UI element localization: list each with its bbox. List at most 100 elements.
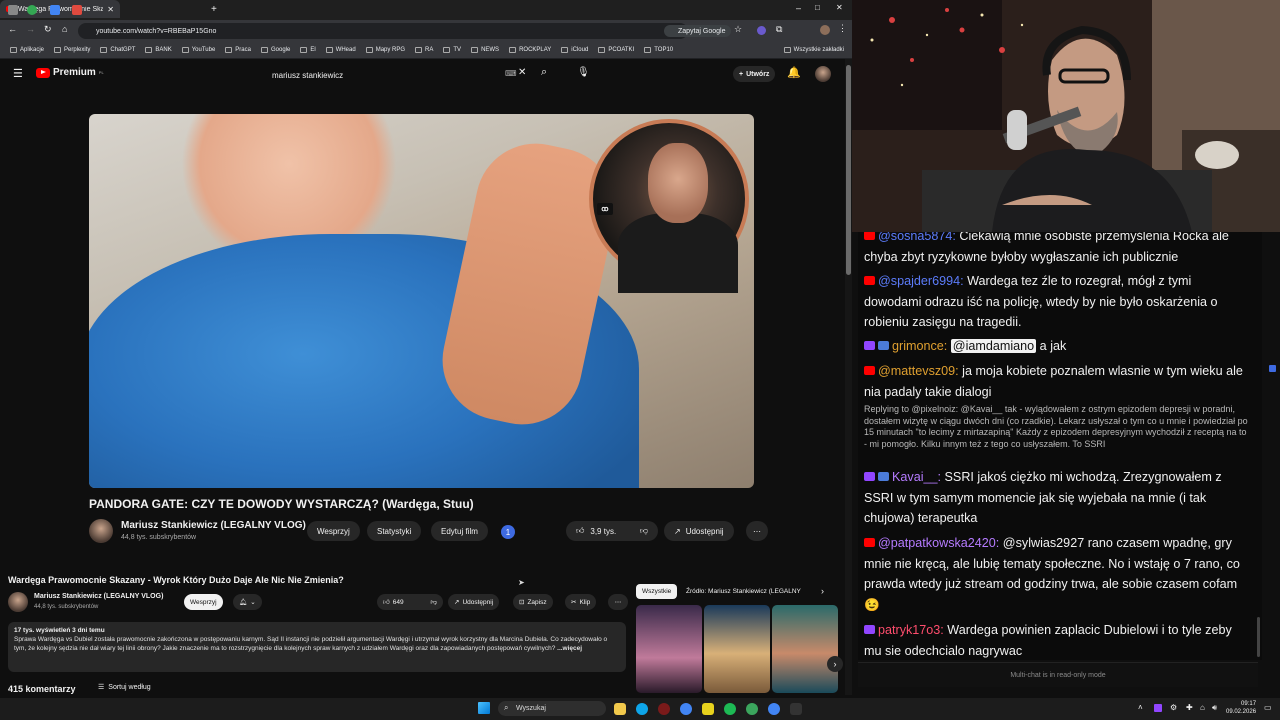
account-avatar[interactable] xyxy=(815,66,831,82)
video2-more-button[interactable]: ⋯ xyxy=(608,594,628,610)
stats-button[interactable]: Statystyki xyxy=(367,521,422,541)
chrome-icon[interactable] xyxy=(768,703,780,715)
video2-clip-button[interactable]: ✂ Klip xyxy=(565,594,597,610)
tab-active[interactable]: Wardęga Prawomocnie Skazany ✕ xyxy=(0,0,120,18)
bookmark-item[interactable]: ROCKPLAY xyxy=(509,47,551,53)
show-more-link[interactable]: ...więcej xyxy=(557,645,582,652)
chat-scrollbar-thumb[interactable] xyxy=(1257,617,1260,657)
related-thumbnail[interactable] xyxy=(772,605,838,693)
next-arrow-icon[interactable]: › xyxy=(827,656,843,672)
taskbar-search[interactable]: ⌕ Wyszukaj xyxy=(498,701,606,716)
edit-video-button[interactable]: Edytuj film xyxy=(431,521,488,541)
address-bar[interactable]: youtube.com/watch?v=RBEBaP15Gno xyxy=(78,23,688,39)
chat-username[interactable]: Kavai__: xyxy=(892,470,941,484)
edge-icon[interactable] xyxy=(636,703,648,715)
chrome-icon[interactable] xyxy=(680,703,692,715)
chat-username[interactable]: patryk17o3: xyxy=(878,623,944,637)
notes-icon[interactable] xyxy=(702,703,714,715)
all-bookmarks[interactable]: Wszystkie zakładki xyxy=(783,47,844,53)
scrollbar-thumb[interactable] xyxy=(846,65,851,275)
page-scrollbar[interactable] xyxy=(845,59,852,695)
like-button[interactable]: 👍︎ 3,9 tys. 👎︎ xyxy=(566,521,658,541)
bookmark-item[interactable]: TOP10 xyxy=(644,47,673,53)
forward-icon[interactable]: → xyxy=(26,24,35,34)
reload-icon[interactable]: ↻ xyxy=(44,24,52,35)
tray-app-icon[interactable]: ⚙ xyxy=(1170,703,1177,712)
tray-chevron-icon[interactable]: ˄ xyxy=(1138,703,1143,712)
hamburger-menu-icon[interactable]: ☰ xyxy=(13,67,23,80)
bookmark-item[interactable]: RA xyxy=(415,47,433,53)
bookmark-item[interactable]: BANK xyxy=(145,47,172,53)
chat-username[interactable]: @patpatkowska2420: xyxy=(878,536,999,550)
video2-channel-name[interactable]: Mariusz Stankiewicz (LEGALNY VLOG) xyxy=(34,593,163,600)
bookmark-item[interactable]: Aplikacje xyxy=(10,47,44,53)
notifications-bell-icon[interactable]: 🔔 xyxy=(787,66,801,79)
bookmark-item[interactable]: PCOATKI xyxy=(598,47,634,53)
extension-icon[interactable] xyxy=(757,26,766,35)
video2-share-button[interactable]: ↗ Udostępnij xyxy=(448,594,500,610)
bookmark-item[interactable]: YouTube xyxy=(181,47,215,53)
close-tab-icon[interactable]: ✕ xyxy=(107,5,114,14)
ask-google-button[interactable]: Zapytaj Google xyxy=(664,25,732,37)
download-icon[interactable] xyxy=(790,703,802,715)
profile-avatar[interactable] xyxy=(820,25,830,35)
tab-icon[interactable] xyxy=(50,5,60,15)
close-window-icon[interactable]: ✕ xyxy=(836,3,843,12)
more-actions-button[interactable]: ⋯ xyxy=(746,521,768,541)
chat-scrollbar[interactable] xyxy=(1256,232,1262,660)
minimize-icon[interactable]: – xyxy=(796,3,801,13)
chip-all[interactable]: Wszystkie xyxy=(636,584,678,599)
clear-search-icon[interactable]: ✕ xyxy=(518,67,526,78)
chat-username[interactable]: @mattevsz09: xyxy=(878,364,959,378)
keyboard-icon[interactable]: ⌨ xyxy=(505,69,517,78)
bookmark-item[interactable]: Perplexity xyxy=(54,47,90,53)
bookmark-item[interactable]: WHead xyxy=(325,47,356,53)
create-button[interactable]: + Utwórz xyxy=(733,66,776,82)
chip-source[interactable]: Źródło: Mariusz Stankiewicz (LEGALNY xyxy=(686,584,812,599)
chat-username[interactable]: grimonce: xyxy=(892,339,947,353)
spotify-icon[interactable] xyxy=(724,703,736,715)
windows-start-icon[interactable] xyxy=(478,702,490,714)
bookmark-item[interactable]: Google xyxy=(260,47,290,53)
app-icon[interactable] xyxy=(746,703,758,715)
notification-center-icon[interactable]: ▭ xyxy=(1264,703,1272,712)
related-thumbnail[interactable] xyxy=(636,605,702,693)
video-player[interactable]: ꝏ xyxy=(89,114,754,488)
tab-icon[interactable] xyxy=(8,5,18,15)
support-button[interactable]: Wesprzyj xyxy=(307,521,360,541)
chat-mention[interactable]: @iamdamiano xyxy=(950,339,1037,353)
notification-badge[interactable]: 1 xyxy=(501,525,515,539)
thumbs-down-icon[interactable]: 👎︎ xyxy=(430,598,437,606)
bookmark-item[interactable]: ChatGPT xyxy=(100,47,135,53)
video2-notifications-button[interactable]: 🔔︎ ⌄ xyxy=(233,594,262,610)
video2-support-button[interactable]: Wesprzyj xyxy=(184,594,223,610)
chat-username[interactable]: @spajder6994: xyxy=(878,274,964,288)
volume-icon[interactable]: 🔊︎ xyxy=(1212,703,1217,713)
bookmark-item[interactable]: NEWS xyxy=(471,47,499,53)
thumbs-down-icon[interactable]: 👎︎ xyxy=(640,526,648,536)
bookmark-item[interactable]: Mapy RPG xyxy=(365,47,405,53)
bookmark-item[interactable]: iCloud xyxy=(561,47,588,53)
home-icon[interactable]: ⌂ xyxy=(62,24,67,34)
opera-icon[interactable] xyxy=(658,703,670,715)
search-icon[interactable]: ⌕ xyxy=(541,66,547,79)
video2-like-button[interactable]: 👍︎ 649 👎︎ xyxy=(377,594,443,610)
tray-app-icon[interactable]: ✚ xyxy=(1186,703,1193,712)
tray-twitch-icon[interactable] xyxy=(1154,704,1162,712)
maximize-icon[interactable]: □ xyxy=(815,3,820,12)
youtube-logo[interactable]: Premium PL xyxy=(36,67,104,78)
back-icon[interactable]: ← xyxy=(8,24,17,34)
bookmark-item[interactable]: TV xyxy=(443,47,461,53)
video2-save-button[interactable]: ⊡ Zapisz xyxy=(513,594,553,610)
file-explorer-icon[interactable] xyxy=(614,703,626,715)
description-box[interactable]: 17 tys. wyświetleń 3 dni temu Sprawa War… xyxy=(8,622,626,672)
video2-channel-avatar[interactable] xyxy=(8,592,28,612)
chevron-right-icon[interactable]: › xyxy=(821,586,824,596)
channel-avatar[interactable] xyxy=(89,519,113,543)
search-input[interactable]: mariusz stankiewicz xyxy=(268,66,538,84)
network-icon[interactable]: ⌂ xyxy=(1200,703,1205,712)
tab-icon[interactable] xyxy=(72,5,82,15)
bookmark-item[interactable]: El xyxy=(300,47,316,53)
sort-comments-button[interactable]: ☰ Sortuj według xyxy=(98,683,151,692)
new-tab-icon[interactable]: + xyxy=(211,4,217,15)
